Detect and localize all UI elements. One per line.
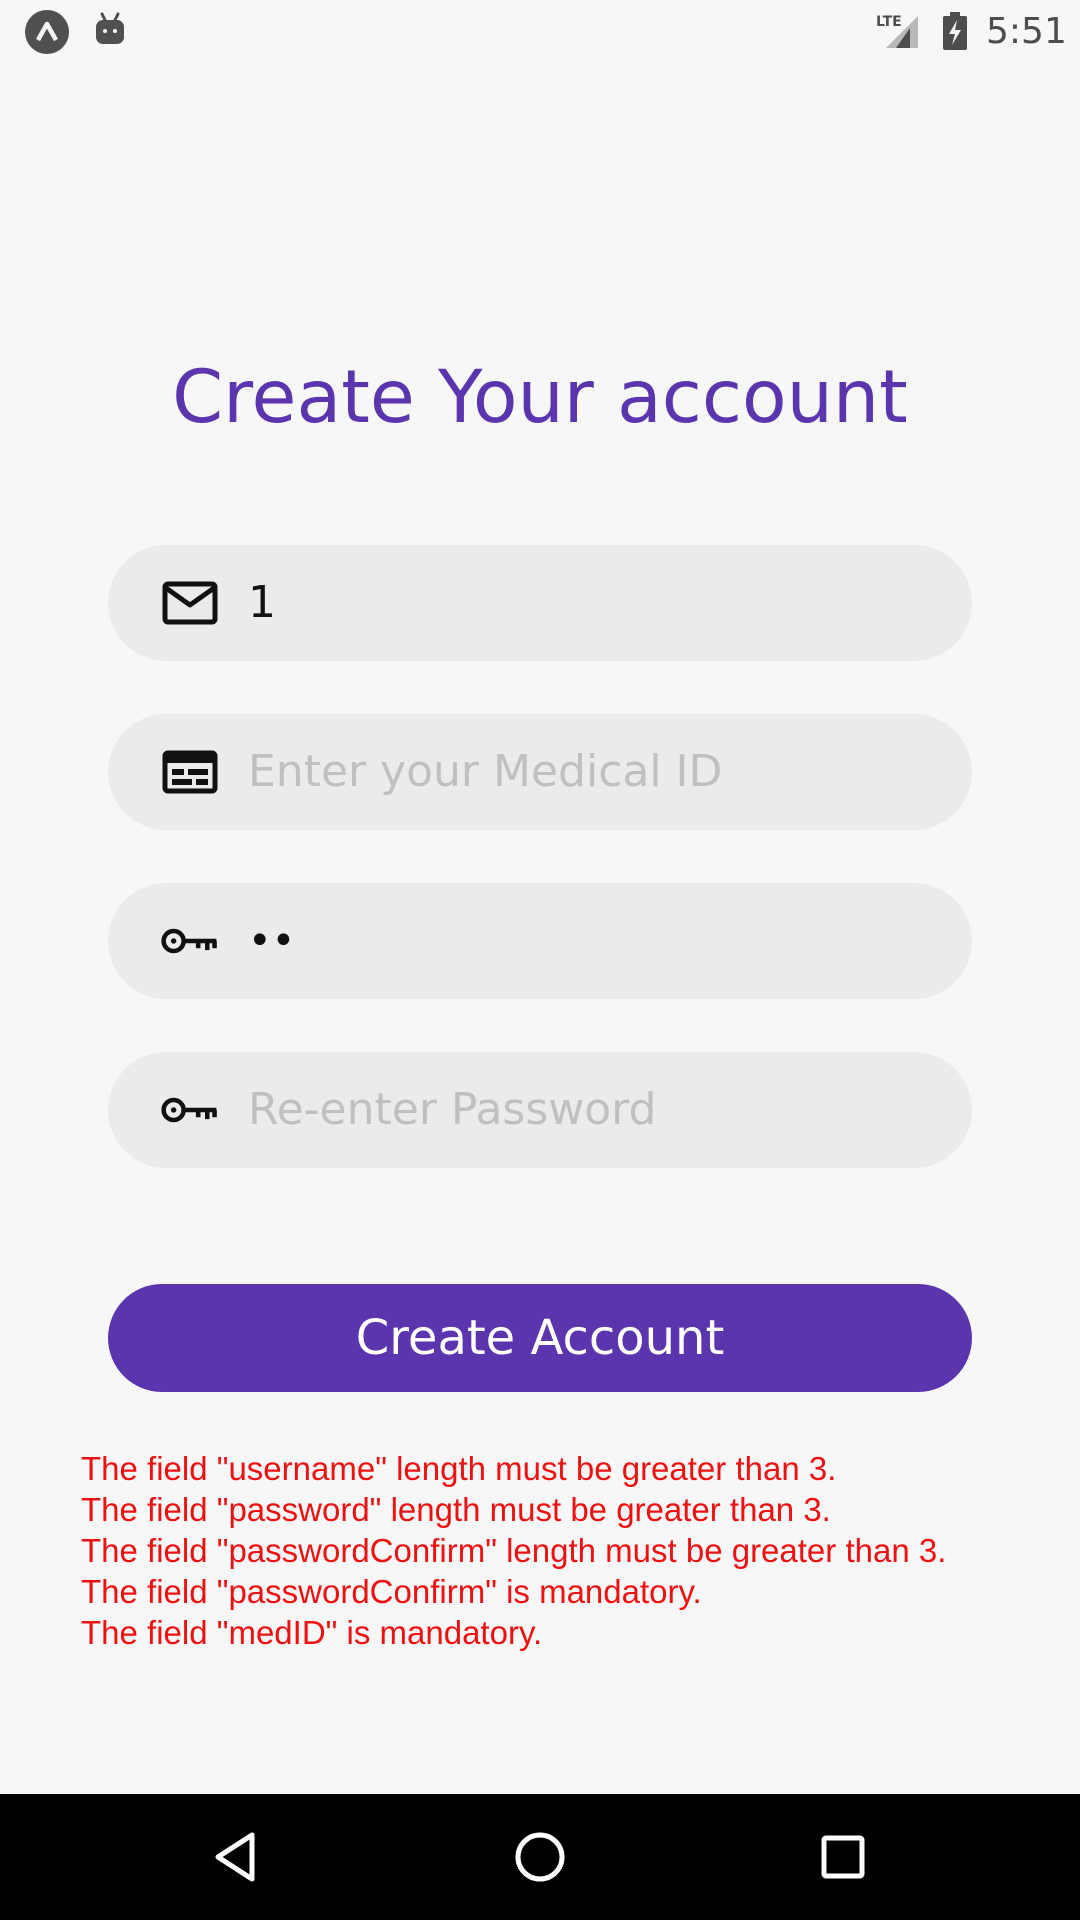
error-message: The field "username" length must be grea… <box>81 1450 837 1487</box>
android-icon <box>96 12 124 44</box>
password-confirm-field[interactable]: Re-enter Password <box>108 1052 972 1168</box>
error-list: The field "username" length must be grea… <box>81 1448 1061 1653</box>
error-message: The field "passwordConfirm" is mandatory… <box>81 1573 702 1610</box>
id-card-icon <box>162 750 218 794</box>
navigation-bar <box>0 1794 1080 1920</box>
password-confirm-placeholder: Re-enter Password <box>248 1084 657 1135</box>
error-message: The field "medID" is mandatory. <box>81 1614 543 1651</box>
battery-charging-icon <box>943 12 967 50</box>
status-time: 5:51 <box>986 11 1067 52</box>
error-message: The field "password" length must be grea… <box>81 1491 831 1528</box>
mail-icon <box>162 581 218 625</box>
status-bar: LTE 5:51 <box>0 0 1080 63</box>
svg-text:LTE: LTE <box>876 14 902 30</box>
app-icon <box>25 10 69 54</box>
password-field[interactable]: •• <box>108 883 972 999</box>
key-icon <box>161 1097 217 1123</box>
username-field[interactable]: 1 <box>108 545 972 661</box>
create-account-button[interactable]: Create Account <box>108 1284 972 1392</box>
error-message: The field "passwordConfirm" length must … <box>81 1532 947 1569</box>
password-value: •• <box>248 918 296 964</box>
page-title: Create Your account <box>172 355 908 440</box>
back-icon[interactable] <box>206 1827 266 1887</box>
key-icon <box>161 928 217 954</box>
recents-icon[interactable] <box>813 1827 873 1887</box>
medical-id-placeholder: Enter your Medical ID <box>248 746 723 797</box>
username-value: 1 <box>248 577 276 628</box>
home-icon[interactable] <box>510 1827 570 1887</box>
lte-signal-icon: LTE <box>876 14 918 48</box>
medical-id-field[interactable]: Enter your Medical ID <box>108 714 972 830</box>
